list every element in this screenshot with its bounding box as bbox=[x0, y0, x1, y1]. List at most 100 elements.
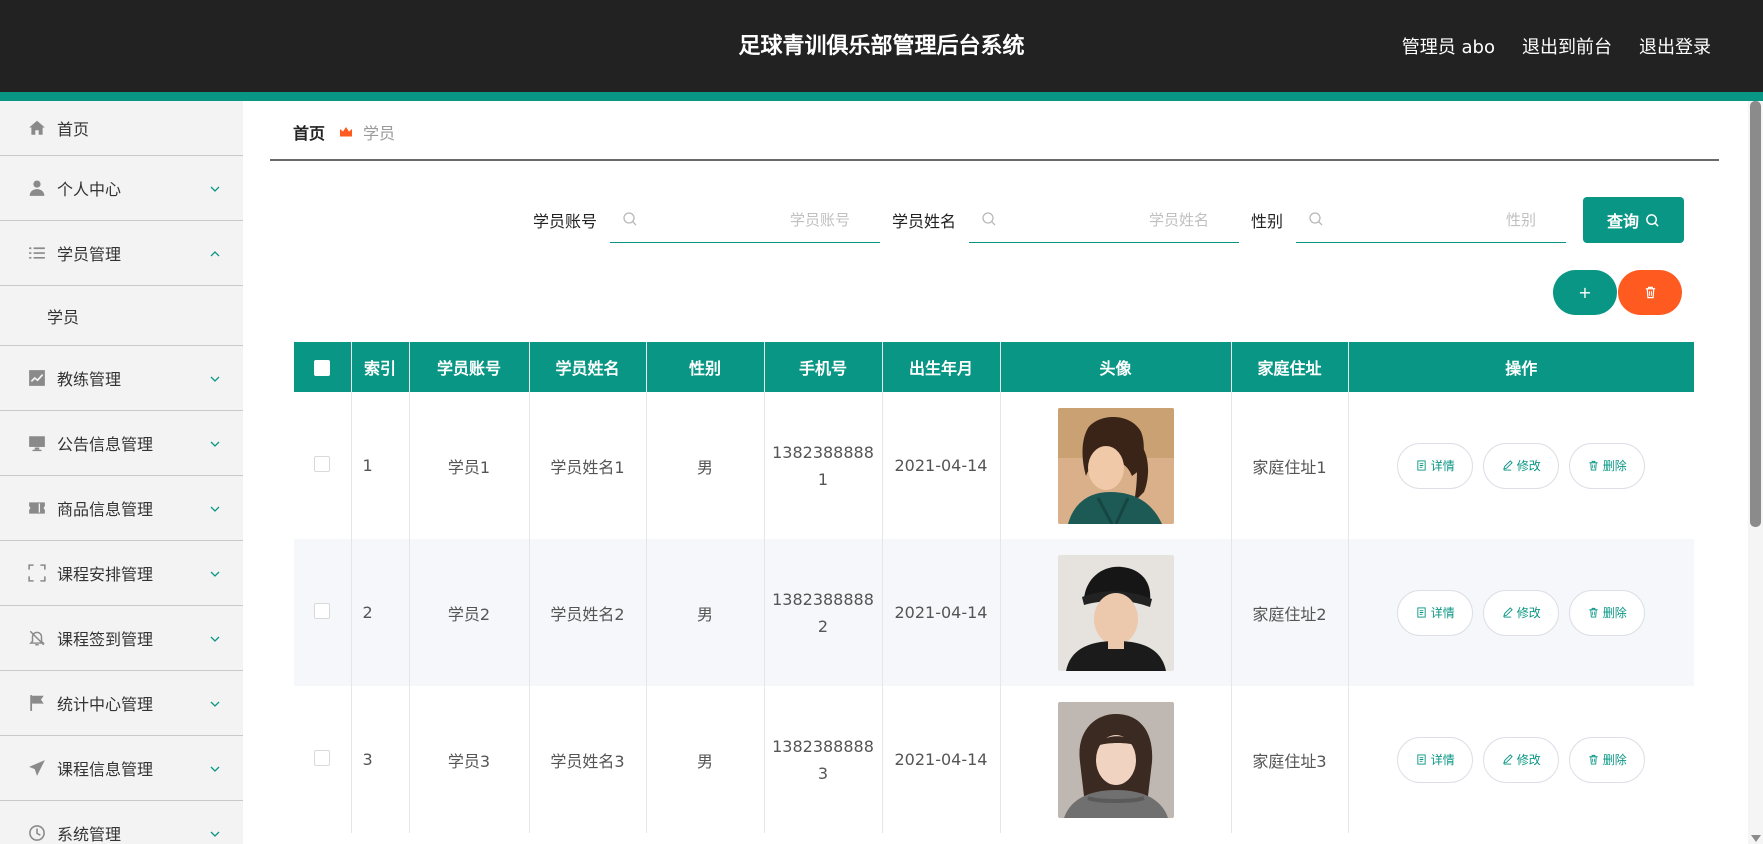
monitor-icon bbox=[28, 434, 46, 452]
flag-icon bbox=[28, 694, 46, 712]
delete-button[interactable]: 删除 bbox=[1569, 736, 1646, 783]
select-all-cell bbox=[294, 342, 352, 392]
phone-cell: 1382388888 1 bbox=[764, 392, 883, 539]
sidebar-item-home[interactable]: 首页 bbox=[0, 101, 243, 156]
sidebar-item-student-management[interactable]: 学员管理 bbox=[0, 221, 243, 286]
row-checkbox[interactable] bbox=[314, 602, 331, 619]
detail-button[interactable]: 详情 bbox=[1397, 589, 1474, 636]
avatar-cell bbox=[1000, 686, 1232, 833]
scroll-down-arrow-icon[interactable] bbox=[1751, 835, 1761, 842]
sidebar-item-course-info-management[interactable]: 课程信息管理 bbox=[0, 736, 243, 801]
back-to-front-link[interactable]: 退出到前台 bbox=[1522, 33, 1612, 59]
ops-cell: 详情 修改 删除 bbox=[1348, 686, 1694, 833]
add-button[interactable]: + bbox=[1553, 270, 1617, 315]
column-header[interactable]: 学员账号 bbox=[409, 342, 530, 392]
search-label-name: 学员姓名 bbox=[892, 212, 957, 231]
avatar[interactable] bbox=[1057, 554, 1174, 671]
address-cell: 家庭住址2 bbox=[1231, 539, 1349, 686]
sidebar-item-personal-center[interactable]: 个人中心 bbox=[0, 156, 243, 221]
delete-button[interactable]: 删除 bbox=[1569, 442, 1646, 489]
detail-label: 详情 bbox=[1430, 753, 1455, 767]
phone-line: 1382388888 bbox=[772, 736, 874, 756]
phone-cell: 1382388888 3 bbox=[764, 686, 883, 833]
sidebar-item-schedule-management[interactable]: 课程安排管理 bbox=[0, 541, 243, 606]
detail-button[interactable]: 详情 bbox=[1397, 736, 1474, 783]
ops-cell: 详情 修改 删除 bbox=[1348, 392, 1694, 539]
batch-delete-button[interactable] bbox=[1618, 270, 1682, 315]
column-header[interactable]: 操作 bbox=[1348, 342, 1694, 392]
row-checkbox[interactable] bbox=[314, 749, 331, 766]
document-icon bbox=[1417, 607, 1426, 618]
student-account-input[interactable] bbox=[610, 197, 881, 242]
phone-line: 2 bbox=[817, 616, 829, 636]
avatar[interactable] bbox=[1057, 701, 1174, 818]
gender-cell: 男 bbox=[646, 539, 765, 686]
student-table: 索引 学员账号 学员姓名 性别 手机号 出生年月 头像 家庭住址 操作 1 学员… bbox=[294, 342, 1694, 833]
chevron-down-icon bbox=[209, 435, 221, 447]
scrollbar-thumb[interactable] bbox=[1750, 101, 1761, 527]
edit-button[interactable]: 修改 bbox=[1483, 736, 1560, 783]
column-header[interactable]: 手机号 bbox=[764, 342, 883, 392]
user-icon bbox=[28, 179, 46, 197]
edit-button[interactable]: 修改 bbox=[1483, 589, 1560, 636]
trash-icon bbox=[1645, 286, 1655, 299]
sidebar-item-checkin-management[interactable]: 课程签到管理 bbox=[0, 606, 243, 671]
edit-button[interactable]: 修改 bbox=[1483, 442, 1560, 489]
name-cell: 学员姓名3 bbox=[529, 686, 647, 833]
document-icon bbox=[1417, 754, 1426, 765]
detail-label: 详情 bbox=[1430, 606, 1455, 620]
sidebar-item-label: 教练管理 bbox=[57, 370, 122, 389]
name-cell: 学员姓名1 bbox=[529, 392, 647, 539]
plus-icon: + bbox=[1578, 283, 1592, 302]
phone-line: 1382388888 bbox=[772, 589, 874, 609]
select-all-checkbox[interactable] bbox=[314, 360, 331, 376]
phone-line: 1 bbox=[817, 469, 829, 489]
table-row: 3 学员3 学员姓名3 男 1382388888 3 2021-04-14 家庭住… bbox=[294, 686, 1694, 833]
birth-cell: 2021-04-14 bbox=[882, 392, 1001, 539]
gender-input[interactable] bbox=[1296, 197, 1567, 242]
row-actions: 详情 修改 删除 bbox=[1349, 736, 1695, 783]
delete-button[interactable]: 删除 bbox=[1569, 589, 1646, 636]
chevron-down-icon bbox=[209, 565, 221, 577]
admin-user-link[interactable]: 管理员 abo bbox=[1402, 33, 1495, 59]
index-cell: 2 bbox=[351, 539, 410, 686]
sidebar-item-goods-management[interactable]: 商品信息管理 bbox=[0, 476, 243, 541]
sidebar-item-statistics-management[interactable]: 统计中心管理 bbox=[0, 671, 243, 736]
sidebar-item-coach-management[interactable]: 教练管理 bbox=[0, 346, 243, 411]
index-cell: 1 bbox=[351, 392, 410, 539]
search-icon bbox=[981, 211, 997, 227]
chevron-down-icon bbox=[209, 695, 221, 707]
sidebar-item-notice-management[interactable]: 公告信息管理 bbox=[0, 411, 243, 476]
breadcrumb-home[interactable]: 首页 bbox=[293, 120, 325, 144]
table-header-row: 索引 学员账号 学员姓名 性别 手机号 出生年月 头像 家庭住址 操作 bbox=[294, 342, 1694, 392]
page-scrollbar[interactable] bbox=[1748, 101, 1763, 844]
column-header[interactable]: 头像 bbox=[1000, 342, 1232, 392]
home-icon bbox=[28, 119, 46, 137]
student-name-input[interactable] bbox=[969, 197, 1240, 242]
row-select-cell bbox=[294, 539, 352, 686]
column-header[interactable]: 性别 bbox=[646, 342, 765, 392]
avatar-cell bbox=[1000, 539, 1232, 686]
row-checkbox[interactable] bbox=[314, 455, 331, 472]
column-header[interactable]: 索引 bbox=[351, 342, 410, 392]
phone-cell: 1382388888 2 bbox=[764, 539, 883, 686]
column-header[interactable]: 出生年月 bbox=[882, 342, 1001, 392]
logout-link[interactable]: 退出登录 bbox=[1639, 33, 1711, 59]
avatar[interactable] bbox=[1057, 407, 1174, 524]
detail-button[interactable]: 详情 bbox=[1397, 442, 1474, 489]
sidebar-subitem-student[interactable]: 学员 bbox=[0, 286, 243, 346]
account-cell: 学员2 bbox=[409, 539, 530, 686]
chart-icon bbox=[28, 369, 46, 387]
column-header[interactable]: 学员姓名 bbox=[529, 342, 647, 392]
phone-line: 3 bbox=[817, 763, 829, 783]
sidebar-item-label: 统计中心管理 bbox=[57, 695, 154, 714]
edit-icon bbox=[1502, 460, 1513, 471]
sidebar-item-system-management[interactable]: 系统管理 bbox=[0, 801, 243, 844]
delete-label: 删除 bbox=[1602, 753, 1627, 767]
search-label-gender: 性别 bbox=[1251, 212, 1284, 231]
sidebar-item-label: 公告信息管理 bbox=[57, 435, 154, 454]
search-icon bbox=[622, 211, 638, 227]
gender-cell: 男 bbox=[646, 392, 765, 539]
query-button[interactable]: 查询 bbox=[1583, 197, 1684, 243]
column-header[interactable]: 家庭住址 bbox=[1231, 342, 1349, 392]
